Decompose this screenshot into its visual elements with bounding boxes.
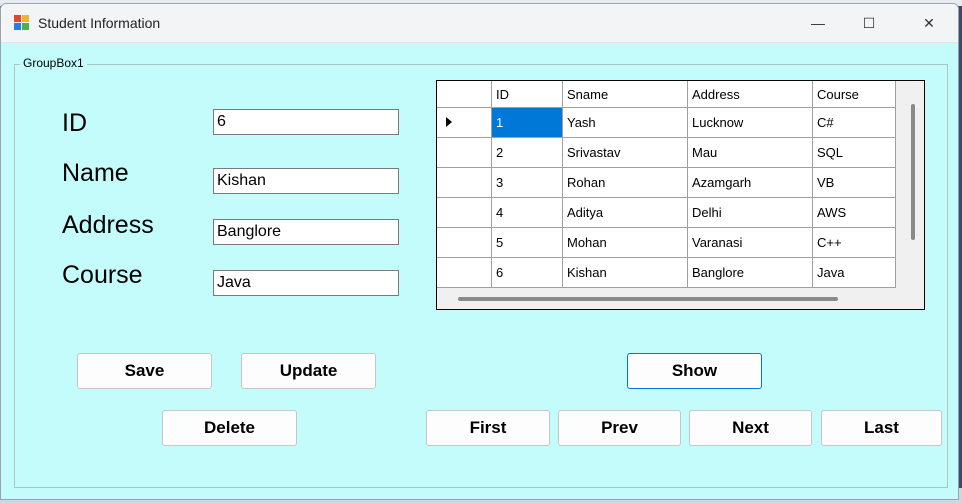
- grid-corner-cell[interactable]: [437, 81, 492, 108]
- groupbox-label: GroupBox1: [20, 56, 87, 70]
- table-row[interactable]: 4 Aditya Delhi AWS: [437, 197, 896, 228]
- window-title: Student Information: [38, 15, 161, 31]
- name-label: Name: [62, 159, 129, 187]
- course-label: Course: [62, 261, 143, 289]
- table-cell[interactable]: Rohan: [562, 167, 688, 198]
- grid-horizontal-scrollbar[interactable]: [458, 297, 838, 301]
- table-cell[interactable]: C#: [812, 107, 896, 138]
- table-cell[interactable]: SQL: [812, 137, 896, 168]
- table-cell[interactable]: 3: [491, 167, 563, 198]
- maximize-icon: ☐: [862, 14, 876, 31]
- table-cell[interactable]: Azamgarh: [687, 167, 813, 198]
- table-row[interactable]: 1 Yash Lucknow C#: [437, 107, 896, 138]
- column-header-course[interactable]: Course: [812, 81, 896, 108]
- delete-button[interactable]: Delete: [162, 410, 297, 446]
- minimize-icon: —: [811, 15, 825, 31]
- row-header[interactable]: [437, 197, 492, 228]
- table-row[interactable]: 3 Rohan Azamgarh VB: [437, 167, 896, 198]
- row-header[interactable]: [437, 137, 492, 168]
- table-cell[interactable]: 5: [491, 227, 563, 258]
- course-input[interactable]: [213, 270, 399, 296]
- table-cell[interactable]: Banglore: [687, 257, 813, 288]
- table-cell[interactable]: 4: [491, 197, 563, 228]
- prev-button[interactable]: Prev: [558, 410, 681, 446]
- id-input[interactable]: [213, 109, 399, 135]
- grid-vertical-scrollbar[interactable]: [911, 104, 915, 240]
- show-button[interactable]: Show: [627, 353, 762, 389]
- last-button[interactable]: Last: [821, 410, 942, 446]
- table-cell[interactable]: Kishan: [562, 257, 688, 288]
- address-label: Address: [62, 211, 154, 239]
- table-cell[interactable]: 6: [491, 257, 563, 288]
- minimize-button[interactable]: —: [793, 4, 843, 42]
- table-cell[interactable]: Java: [812, 257, 896, 288]
- name-input[interactable]: [213, 168, 399, 194]
- row-header[interactable]: [437, 227, 492, 258]
- maximize-button[interactable]: ☐: [844, 4, 894, 42]
- close-icon: ✕: [923, 14, 935, 31]
- column-header-address[interactable]: Address: [687, 81, 813, 108]
- table-cell[interactable]: VB: [812, 167, 896, 198]
- first-button[interactable]: First: [426, 410, 550, 446]
- id-label: ID: [62, 109, 87, 137]
- student-data-grid[interactable]: ID Sname Address Course 1 Yash Lucknow C…: [436, 80, 925, 310]
- student-information-window: Student Information — ☐ ✕ GroupBox1 ID N…: [0, 3, 959, 500]
- update-button[interactable]: Update: [241, 353, 376, 389]
- row-header[interactable]: [437, 257, 492, 288]
- table-row[interactable]: 2 Srivastav Mau SQL: [437, 137, 896, 168]
- table-cell[interactable]: C++: [812, 227, 896, 258]
- address-input[interactable]: [213, 219, 399, 245]
- grid-table: ID Sname Address Course 1 Yash Lucknow C…: [437, 81, 896, 288]
- table-cell[interactable]: Mau: [687, 137, 813, 168]
- table-row[interactable]: 5 Mohan Varanasi C++: [437, 227, 896, 258]
- row-header[interactable]: [437, 107, 492, 138]
- title-bar[interactable]: Student Information — ☐ ✕: [1, 4, 958, 43]
- column-header-id[interactable]: ID: [491, 81, 563, 108]
- table-cell[interactable]: AWS: [812, 197, 896, 228]
- table-cell[interactable]: Varanasi: [687, 227, 813, 258]
- next-button[interactable]: Next: [689, 410, 812, 446]
- table-cell[interactable]: Delhi: [687, 197, 813, 228]
- table-row[interactable]: 6 Kishan Banglore Java: [437, 257, 896, 288]
- table-cell[interactable]: Aditya: [562, 197, 688, 228]
- table-cell[interactable]: 2: [491, 137, 563, 168]
- column-header-sname[interactable]: Sname: [562, 81, 688, 108]
- close-button[interactable]: ✕: [904, 4, 954, 42]
- app-icon: [14, 15, 29, 30]
- save-button[interactable]: Save: [77, 353, 212, 389]
- row-header[interactable]: [437, 167, 492, 198]
- table-cell[interactable]: Mohan: [562, 227, 688, 258]
- current-row-arrow-icon: [446, 117, 452, 127]
- table-cell[interactable]: Yash: [562, 107, 688, 138]
- table-cell[interactable]: Lucknow: [687, 107, 813, 138]
- grid-header-row: ID Sname Address Course: [437, 81, 896, 108]
- table-cell[interactable]: Srivastav: [562, 137, 688, 168]
- table-cell[interactable]: 1: [491, 107, 563, 138]
